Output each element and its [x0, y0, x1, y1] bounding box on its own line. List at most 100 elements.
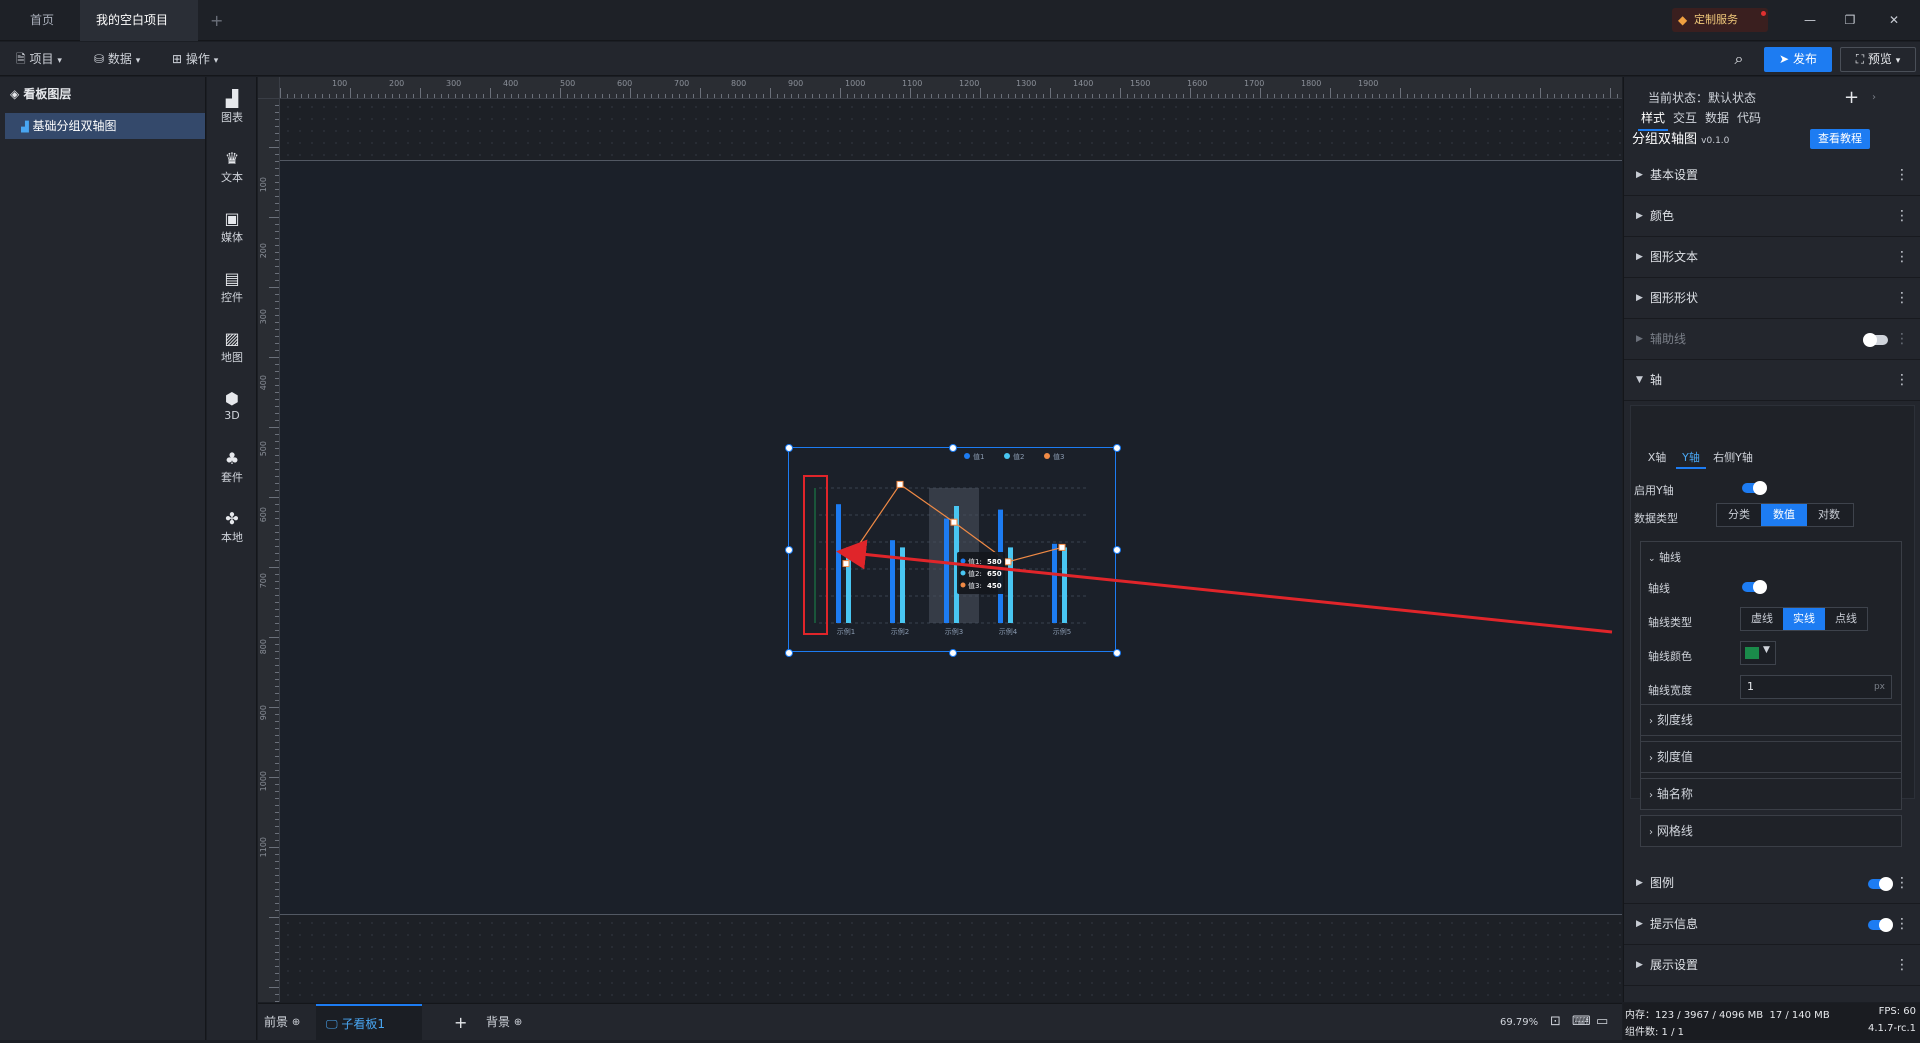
axis-line-dotted[interactable]: 点线: [1825, 608, 1867, 630]
keyboard-icon[interactable]: ⌨: [1572, 1014, 1591, 1029]
chart-widget[interactable]: 示例1 示例2 示例3 示例4 示例5 值1 值2 值3 值1: 580 值2: 650 值3: 450: [785, 444, 1121, 657]
legend-label: 值2: [1013, 452, 1024, 461]
axis-line-solid[interactable]: 实线: [1783, 608, 1825, 630]
monitor-icon: 🖵: [326, 1017, 338, 1031]
tab-right-y-axis[interactable]: 右侧Y轴: [1710, 447, 1756, 469]
ruler-top-label: 100: [332, 79, 348, 88]
component-text[interactable]: ♛ 文本: [207, 149, 257, 185]
axis-line-dashed[interactable]: 虚线: [1741, 608, 1783, 630]
more-icon[interactable]: ⋮: [1895, 360, 1909, 401]
database-icon: ⛁: [94, 52, 105, 66]
ruler-top: 100 200 300 400 500 600 700 800 900 1000 1100 1200 1…: [280, 77, 1622, 99]
component-media[interactable]: ▣ 媒体: [207, 209, 257, 245]
add-tab-button[interactable]: +: [210, 0, 223, 41]
more-icon[interactable]: ⋮: [1895, 863, 1909, 904]
data-type-log[interactable]: 对数: [1807, 504, 1851, 526]
more-icon[interactable]: ⋮: [1895, 319, 1909, 360]
menu-data[interactable]: ⛁ 数据 ▾: [86, 42, 148, 76]
tutorial-button[interactable]: 查看教程: [1810, 129, 1870, 149]
section-label: 基本设置: [1650, 168, 1699, 182]
add-state-button[interactable]: +: [1844, 77, 1859, 119]
section-legend[interactable]: ▶ 图例 ⋮: [1624, 863, 1920, 904]
subsection-tick-value[interactable]: › 刻度值: [1640, 741, 1902, 773]
restore-button[interactable]: ❐: [1830, 0, 1870, 41]
data-type-selector[interactable]: 分类 数值 对数: [1716, 503, 1854, 527]
publish-button[interactable]: ➤ 发布: [1764, 47, 1832, 72]
custom-service-button[interactable]: ◆ 定制服务: [1672, 8, 1768, 32]
tab-foreground[interactable]: 前景 ⊕: [264, 1004, 300, 1041]
legend-label: 值1: [973, 452, 984, 461]
more-icon[interactable]: ⋮: [1895, 904, 1909, 945]
component-map[interactable]: ▨ 地图: [207, 329, 257, 365]
axis-line-header[interactable]: ⌄ 轴线: [1648, 549, 1681, 565]
title-bar: 首页 我的空白项目 + ◆ 定制服务 — ❐ ✕: [0, 0, 1920, 66]
data-type-value[interactable]: 数值: [1761, 504, 1807, 526]
axis-line-width-value: 1: [1747, 680, 1754, 693]
section-graph-text[interactable]: ▶ 图形文本 ⋮: [1624, 237, 1920, 278]
legend-toggle[interactable]: [1868, 877, 1893, 891]
enable-y-toggle[interactable]: [1742, 481, 1767, 495]
axis-line-width-input[interactable]: 1 px: [1740, 675, 1892, 699]
search-icon[interactable]: ⌕: [1726, 46, 1752, 72]
preview-button[interactable]: ⛶ 预览 ▾: [1840, 47, 1916, 72]
tab-background[interactable]: 背景 ⊕: [486, 1004, 522, 1041]
tab-y-axis[interactable]: Y轴: [1676, 447, 1706, 469]
chevron-right-icon[interactable]: ›: [1872, 77, 1876, 119]
memory-label: 内存：: [1625, 1010, 1655, 1021]
section-display[interactable]: ▶ 展示设置 ⋮: [1624, 945, 1920, 986]
subsection-axis-name[interactable]: › 轴名称: [1640, 778, 1902, 810]
menu-operation[interactable]: ⊞ 操作 ▾: [164, 42, 226, 76]
custom-service-label: 定制服务: [1694, 13, 1738, 26]
axis-line-color-picker[interactable]: ▼: [1740, 641, 1776, 665]
data-type-category[interactable]: 分类: [1717, 504, 1761, 526]
tab-code[interactable]: 代码: [1734, 105, 1764, 131]
component-local[interactable]: ✤ 本地: [207, 509, 257, 545]
component-label: 媒体: [221, 231, 243, 244]
line-point: [1004, 558, 1012, 566]
section-graph-shape[interactable]: ▶ 图形形状 ⋮: [1624, 278, 1920, 319]
component-suite[interactable]: ♣ 套件: [207, 449, 257, 485]
tab-background-label: 背景: [486, 1015, 511, 1029]
section-guide-line[interactable]: ▶ 辅助线 ⋮: [1624, 319, 1920, 360]
menu-project[interactable]: 🗎 项目 ▾: [8, 42, 70, 76]
section-color[interactable]: ▶ 颜色 ⋮: [1624, 196, 1920, 237]
tab-x-axis[interactable]: X轴: [1640, 447, 1674, 469]
section-axis[interactable]: ▼ 轴 ⋮: [1624, 360, 1920, 401]
component-chart[interactable]: ▟ 图表: [207, 89, 257, 125]
subsection-grid-line[interactable]: › 网格线: [1640, 815, 1902, 847]
ruler-top-label: 300: [446, 79, 462, 88]
fit-screen-icon[interactable]: ⊡: [1550, 1014, 1561, 1029]
tab-home[interactable]: 首页: [14, 0, 70, 41]
close-button[interactable]: ✕: [1874, 0, 1914, 41]
memory-stats: 内存：123 / 3967 / 4096 MB 17 / 140 MB: [1625, 1006, 1830, 1021]
more-icon[interactable]: ⋮: [1895, 278, 1909, 319]
add-board-button[interactable]: +: [454, 1004, 467, 1041]
guide-line-toggle[interactable]: [1863, 333, 1888, 347]
grid-icon: ⊞: [172, 52, 183, 66]
layer-item[interactable]: ▟ 基础分组双轴图: [5, 113, 205, 139]
axis-line-toggle[interactable]: [1742, 580, 1767, 594]
more-icon[interactable]: ⋮: [1895, 155, 1909, 196]
more-icon[interactable]: ⋮: [1895, 945, 1909, 986]
tab-sub-board[interactable]: 🖵 子看板1: [316, 1004, 422, 1041]
tab-project[interactable]: 我的空白项目: [80, 0, 198, 66]
tooltip-toggle[interactable]: [1868, 918, 1893, 932]
ruler-left-label: 800: [259, 639, 268, 655]
more-icon[interactable]: ⋮: [1895, 237, 1909, 278]
axis-line-type-selector[interactable]: 虚线 实线 点线: [1740, 607, 1868, 631]
component-control[interactable]: ▤ 控件: [207, 269, 257, 305]
line-point: [896, 480, 904, 488]
subsection-tick-line[interactable]: › 刻度线: [1640, 704, 1902, 736]
zoom-level[interactable]: 69.79%: [1500, 1004, 1538, 1041]
section-tooltip[interactable]: ▶ 提示信息 ⋮: [1624, 904, 1920, 945]
terminal-icon[interactable]: ▭: [1596, 1014, 1608, 1029]
component-3d[interactable]: ⬢ 3D: [207, 389, 257, 422]
minimize-button[interactable]: —: [1790, 0, 1830, 41]
section-basic[interactable]: ▶ 基本设置 ⋮: [1624, 155, 1920, 196]
ruler-top-label: 1900: [1358, 79, 1379, 88]
bottom-bar: 前景 ⊕ 🖵 子看板1 + 背景 ⊕ 69.79% ⊡ ⌨ ▭: [258, 1003, 1622, 1041]
more-icon[interactable]: ⋮: [1895, 196, 1909, 237]
bar-值1: [836, 504, 841, 623]
tooltip-value: 450: [987, 582, 1002, 590]
component-version: v0.1.0: [1701, 136, 1730, 146]
